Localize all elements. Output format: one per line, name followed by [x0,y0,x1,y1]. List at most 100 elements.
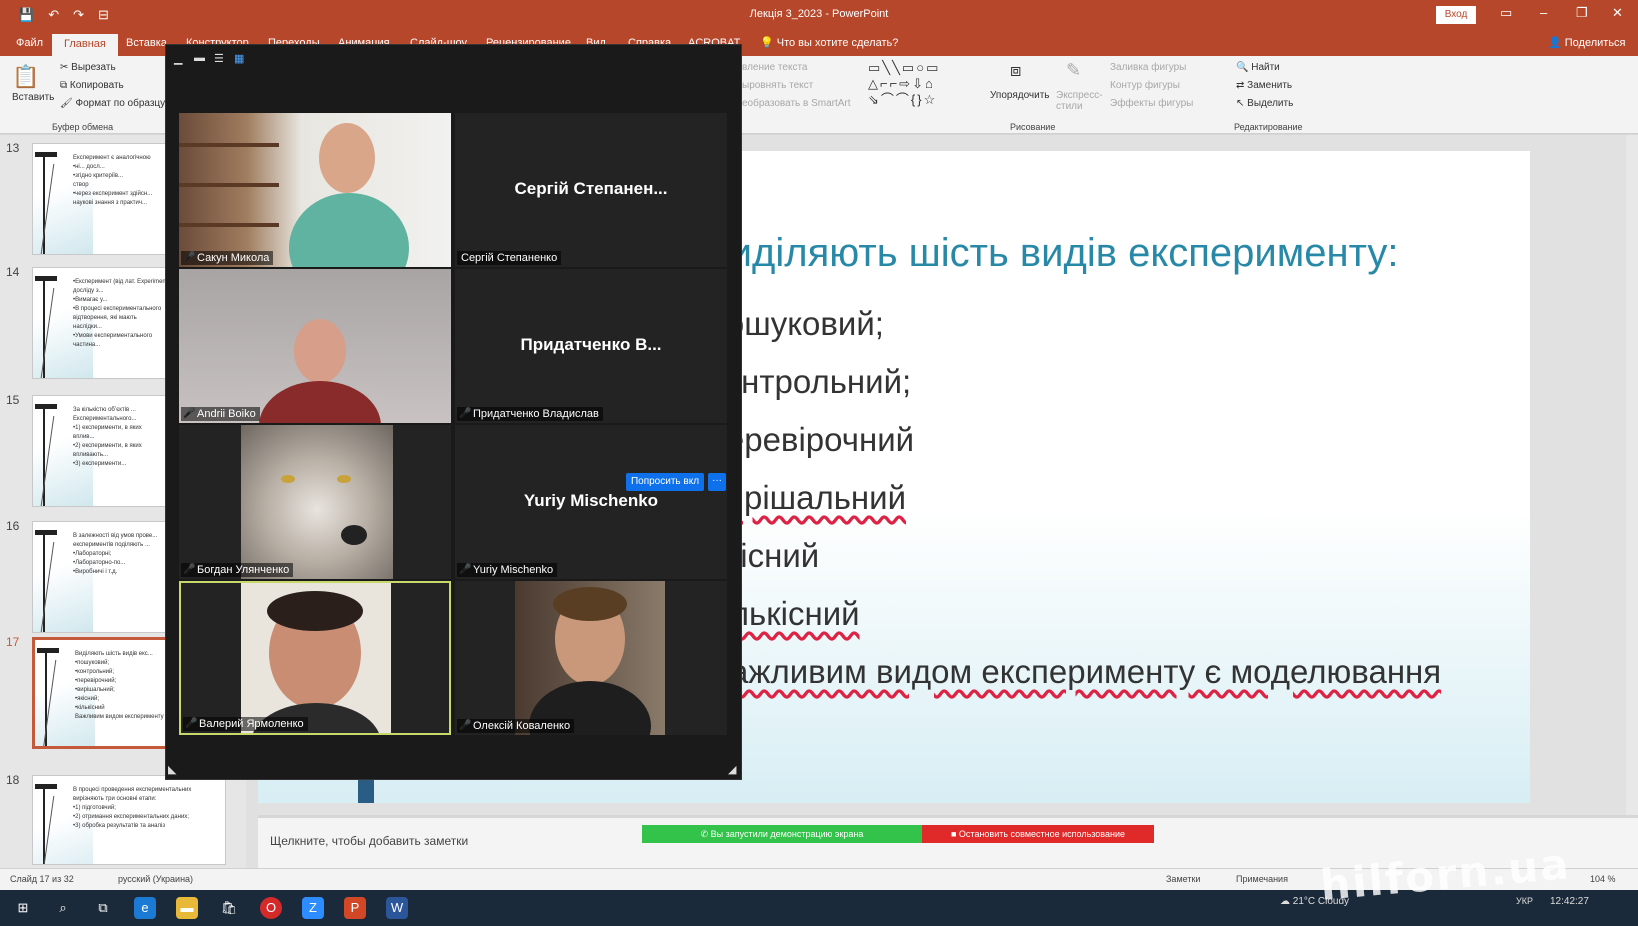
participant-display-name: Yuriy Mischenko [523,491,659,510]
participant-tile[interactable]: 🎤 Олексій Коваленко [455,581,727,735]
select-button[interactable]: ↖ Выделить [1236,98,1293,109]
notes-placeholder[interactable]: Щелкните, чтобы добавить заметки [270,834,468,848]
participant-name: Богдан Улянченко [181,563,294,577]
participant-video [179,113,451,267]
format-painter-button[interactable]: 🖌 Формат по образцу [60,98,165,109]
lightbulb-icon: 💡 [760,37,777,49]
ask-to-unmute-button[interactable]: Попросить вкл [626,473,704,491]
edge-icon[interactable]: e [134,897,156,919]
sharing-status-bar: ✆ Вы запустили демонстрацию экрана [642,825,922,843]
slide-thumbnail[interactable]: В процесі проведення експериментальних в… [32,775,226,865]
tab-insert[interactable]: Вставка [126,37,167,49]
thumbnail-number: 15 [6,393,20,407]
minimize-icon[interactable]: – [1540,5,1547,20]
participant-name: Придатченко Владислав [457,407,603,421]
quick-styles-icon[interactable]: ✎ [1066,60,1081,81]
clipboard-group-label: Буфер обмена [52,122,114,132]
copy-button[interactable]: ⧉ Копировать [60,80,124,91]
find-button[interactable]: 🔍 Найти [1236,62,1280,73]
paste-icon[interactable]: 📋 [12,64,39,90]
ribbon-display-icon[interactable]: ▭ [1500,5,1512,21]
more-options-button[interactable]: ··· [708,473,726,491]
cut-button[interactable]: ✂ Вырезать [60,62,116,73]
arrange-button[interactable]: Упорядочить [990,90,1050,101]
shape-effects-button[interactable]: Эффекты фигуры [1110,98,1193,109]
editing-group-label: Редактирование [1234,122,1303,132]
text-direction-button[interactable]: вление текста [742,62,807,73]
participant-tile[interactable]: 🎤 Andrii Boiko [179,269,451,423]
resize-handle-icon[interactable]: ◢ [728,763,736,776]
search-icon[interactable]: ⌕ [52,897,74,919]
participant-video [241,583,391,733]
slide-counter: Слайд 17 из 32 [10,874,74,884]
arrange-icon[interactable]: ⧈ [1010,60,1021,81]
thumbnail-number: 18 [6,773,20,787]
participant-name: Yuriy Mischenko [457,563,558,577]
zoom-level[interactable]: 104 % [1590,874,1616,884]
shapes-gallery[interactable]: ▭╲╲▭○▭ △⌐⌐⇨⇩⌂ ⇘⌒⌒{}☆ [868,60,980,108]
start-icon[interactable]: ⊞ [12,897,34,919]
paste-button[interactable]: Вставить [12,92,54,103]
close-icon[interactable]: ✕ [1612,5,1623,21]
shape-outline-button[interactable]: Контур фигуры [1110,80,1180,91]
share-button[interactable]: 👤 Поделиться [1548,36,1626,49]
participant-tile-active-speaker[interactable]: 🎤 Валерий Ярмоленко [179,581,451,735]
participant-video [515,581,665,735]
thumbnail-number: 14 [6,265,20,279]
align-text-button[interactable]: ыровнять текст [742,80,813,91]
drawing-group-label: Рисование [1010,122,1056,132]
participant-name: Валерий Ярмоленко [183,717,308,731]
minimize-icon[interactable]: ▁ [174,52,182,65]
title-bar: 💾 ↶ ↷ ⊟ Лекція 3_2023 - PowerPoint Вход … [0,0,1638,30]
thumbnail-number: 13 [6,141,20,155]
language-indicator[interactable]: русский (Украина) [118,874,193,884]
tab-home[interactable]: Главная [52,34,118,56]
slide-scrollbar[interactable] [1626,135,1638,815]
participant-tile[interactable]: Сергій Степанен... Сергій Степаненко [455,113,727,267]
participant-name: Andrii Boiko [181,407,260,421]
comments-toggle[interactable]: Примечания [1236,874,1288,884]
participant-name: Сакун Микола [181,251,274,265]
participant-video [179,269,451,423]
zoom-toolbar: ▁ ▬ ☰ ▦ [166,45,743,71]
thumbnail-text: В процесі проведення експериментальних в… [73,787,192,829]
participant-tile[interactable]: Придатченко В... 🎤 Придатченко Владислав [455,269,727,423]
person-icon: 👤 [1548,37,1565,49]
smartart-button[interactable]: еобразовать в SmartArt [742,98,851,109]
zoom-meeting-window: ▁ ▬ ☰ ▦ 🎤 Сакун Микола Сергій Степанен..… [165,44,742,780]
quick-styles-button[interactable]: Экспресс-стили [1056,90,1103,112]
powerpoint-icon[interactable]: P [344,897,366,919]
slide-title[interactable]: Виділяють шість видів експерименту: [703,231,1399,276]
file-explorer-icon[interactable]: ▬ [176,897,198,919]
clock[interactable]: 12:42:27 [1550,896,1589,907]
layout-single-icon[interactable]: ▬ [194,52,205,64]
tell-me-box[interactable]: 💡 Что вы хотите сделать? [760,36,898,49]
stop-sharing-button[interactable]: ■ Остановить совместное использование [922,825,1154,843]
word-icon[interactable]: W [386,897,408,919]
document-title: Лекція 3_2023 - PowerPoint [749,8,889,20]
task-view-icon[interactable]: ⧉ [92,897,114,919]
participant-tile[interactable]: 🎤 Богдан Улянченко [179,425,451,579]
phone-icon: ✆ [700,829,711,839]
signin-button[interactable]: Вход [1436,6,1476,24]
maximize-icon[interactable]: ❐ [1576,5,1588,21]
layout-list-icon[interactable]: ☰ [214,52,224,65]
slide-body-line: Важливим видом експерименту є моделюванн… [708,653,1442,690]
participant-name: Олексій Коваленко [457,719,575,733]
participant-display-name: Сергій Степанен... [514,179,668,198]
participant-tile[interactable]: 🎤 Сакун Микола [179,113,451,267]
participant-tile[interactable]: Yuriy Mischenko 🎤 Yuriy Mischenko [455,425,727,579]
tab-file[interactable]: Файл [16,37,43,49]
thumbnail-number: 16 [6,519,20,533]
gallery-view-icon[interactable]: ▦ [234,52,244,65]
store-icon[interactable]: 🛍 [218,897,240,919]
resize-handle-icon[interactable]: ◣ [168,763,176,776]
input-language[interactable]: УКР [1516,896,1533,906]
notes-toggle[interactable]: Заметки [1166,874,1200,884]
zoom-app-icon[interactable]: Z [302,897,324,919]
opera-icon[interactable]: O [260,897,282,919]
stop-icon: ■ [950,829,959,839]
replace-button[interactable]: ⇄ Заменить [1236,80,1292,91]
participant-display-name: Придатченко В... [520,335,662,354]
shape-fill-button[interactable]: Заливка фигуры [1110,62,1186,73]
